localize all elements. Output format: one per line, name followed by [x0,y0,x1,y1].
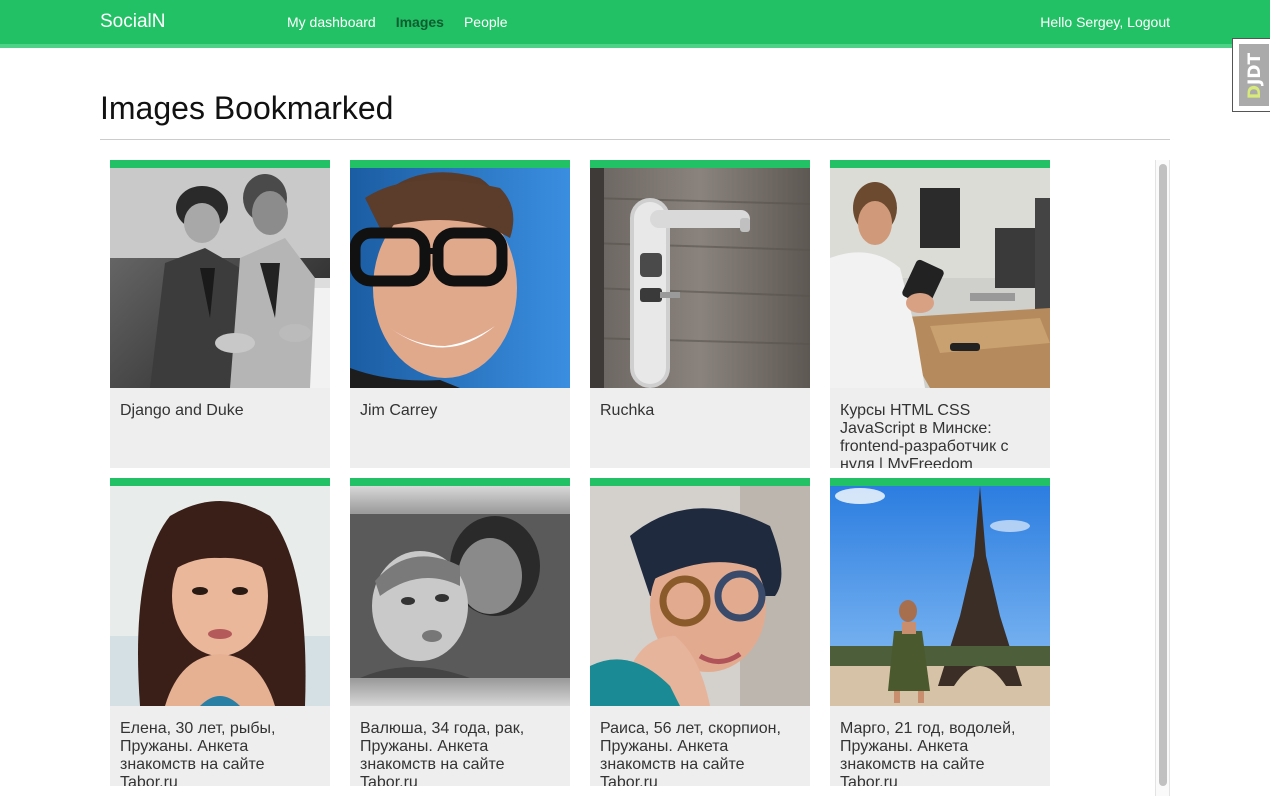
scrollbar-thumb[interactable] [1159,164,1167,786]
image-card[interactable]: Раиса, 56 лет, скорпион, Пружаны. Анкета… [590,478,810,786]
image-title[interactable]: Раиса, 56 лет, скорпион, Пружаны. Анкета… [590,706,810,786]
content-scrollbar[interactable] [1155,160,1170,796]
photo-bw-selfie[interactable] [350,486,570,706]
djdt-logo-icon: DJDT [1239,44,1269,106]
image-title[interactable]: Валюша, 34 года, рак, Пружаны. Анкета зн… [350,706,570,786]
image-card[interactable]: Елена, 30 лет, рыбы, Пружаны. Анкета зна… [110,478,330,786]
photo-portrait-glasses[interactable] [350,168,570,388]
image-card[interactable]: Курсы HTML CSS JavaScript в Минске: fron… [830,160,1050,468]
django-debug-toolbar-handle[interactable]: DJDT [1232,38,1270,112]
photo-woman-glasses[interactable] [590,486,810,706]
title-divider [100,139,1170,140]
photo-bw-piano[interactable] [110,168,330,388]
image-card[interactable]: Валюша, 34 года, рак, Пружаны. Анкета зн… [350,478,570,786]
image-title[interactable]: Jim Carrey [350,388,570,468]
photo-office-desk[interactable] [830,168,1050,388]
site-logo[interactable]: SocialN [100,11,165,33]
nav-images[interactable]: Images [396,14,444,30]
photo-eiffel-tower[interactable] [830,486,1050,706]
nav-people[interactable]: People [464,14,508,30]
image-title[interactable]: Django and Duke [110,388,330,468]
nav-my-dashboard[interactable]: My dashboard [287,14,376,30]
image-card[interactable]: Ruchka [590,160,810,468]
photo-door-handle[interactable] [590,168,810,388]
djdt-label: DJDT [1245,52,1265,100]
image-card[interactable]: Jim Carrey [350,160,570,468]
image-title[interactable]: Курсы HTML CSS JavaScript в Минске: fron… [830,388,1050,468]
image-title[interactable]: Марго, 21 год, водолей, Пружаны. Анкета … [830,706,1050,786]
image-title[interactable]: Елена, 30 лет, рыбы, Пружаны. Анкета зна… [110,706,330,786]
navbar-accent-stripe [0,44,1270,48]
page-title: Images Bookmarked [100,90,394,126]
image-title[interactable]: Ruchka [590,388,810,468]
image-card[interactable]: Django and Duke [110,160,330,468]
user-greeting-logout[interactable]: Hello Sergey, Logout [1040,14,1170,30]
image-card[interactable]: Марго, 21 год, водолей, Пружаны. Анкета … [830,478,1050,786]
photo-woman-selfie[interactable] [110,486,330,706]
main-nav: My dashboard Images People [287,14,528,30]
